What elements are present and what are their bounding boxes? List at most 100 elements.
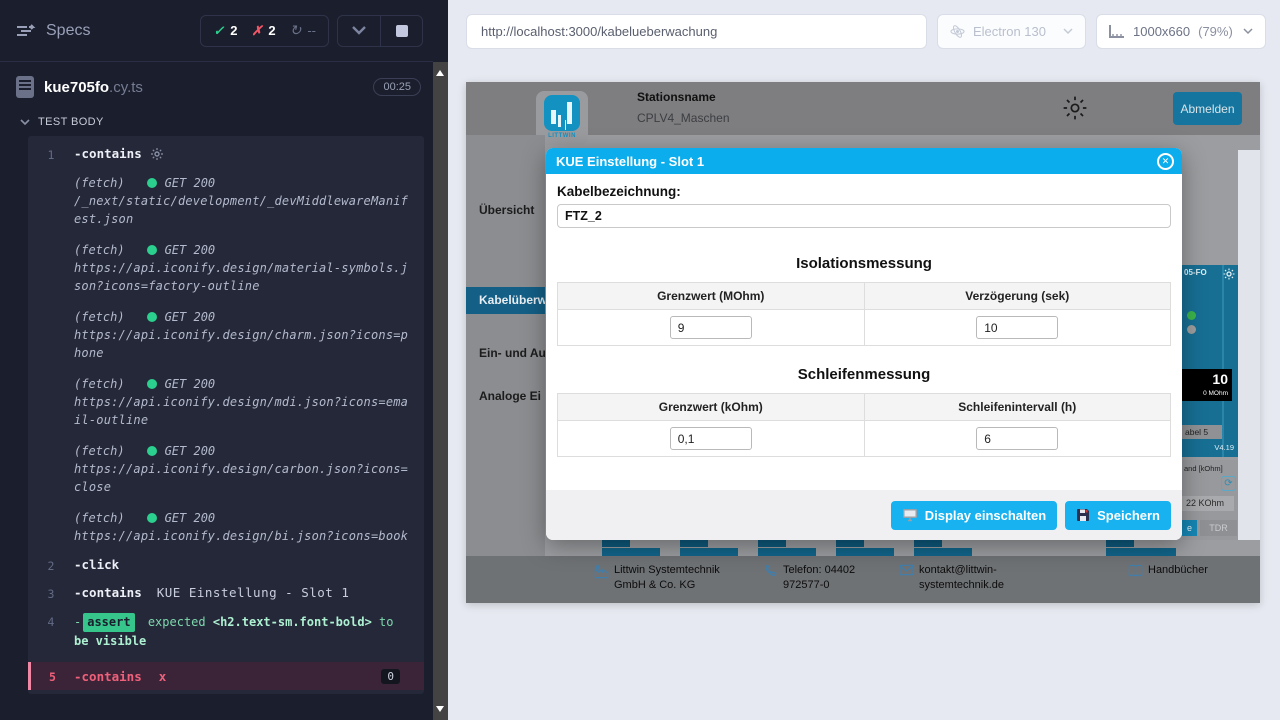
page: Specs ✓ 2 ✗ 2 ↻ -- bbox=[0, 0, 1280, 720]
command-row[interactable]: 1 -contains (fetch)GET 200 /_next/static… bbox=[28, 146, 424, 545]
fetch-log[interactable]: (fetch)GET 200 https://api.iconify.desig… bbox=[74, 509, 410, 545]
test-body-label: TEST BODY bbox=[38, 116, 104, 128]
fetch-log[interactable]: (fetch)GET 200 https://api.iconify.desig… bbox=[74, 375, 410, 429]
save-button[interactable]: Speichern bbox=[1065, 501, 1171, 530]
specs-menu[interactable]: Specs bbox=[16, 22, 90, 40]
app-footer: Littwin Systemtechnik GmbH & Co. KG Tele… bbox=[466, 556, 1260, 603]
fetch-url: https://api.iconify.design/carbon.json?i… bbox=[74, 460, 410, 496]
status-led-green bbox=[1187, 311, 1196, 320]
settings-gear-icon[interactable] bbox=[1062, 95, 1088, 121]
nav-item-analoge-eingaenge[interactable]: Analoge Ei bbox=[466, 383, 545, 410]
display-unit: 0 MOhm bbox=[1186, 390, 1228, 397]
assert-selector: <h2.text-sm.font-bold> bbox=[213, 615, 372, 629]
url-input[interactable] bbox=[466, 14, 927, 49]
spec-row[interactable]: kue705fo.cy.ts 00:25 bbox=[0, 62, 433, 108]
command-row-failed[interactable]: 5 -contains x 0 bbox=[28, 662, 424, 690]
fetch-url: https://api.iconify.design/material-symb… bbox=[74, 259, 410, 295]
command-row[interactable]: 4 -assert expected <h2.text-sm.font-bold… bbox=[28, 613, 424, 650]
scroll-down-arrow-icon[interactable] bbox=[436, 706, 444, 712]
fetch-status: GET 200 bbox=[165, 174, 216, 192]
card-stub bbox=[602, 540, 660, 556]
assert-mid: to bbox=[379, 615, 393, 629]
loop-interval-input[interactable] bbox=[976, 427, 1058, 450]
step-number: 4 bbox=[28, 613, 74, 629]
stop-button[interactable] bbox=[380, 16, 422, 46]
pending-count: -- bbox=[307, 23, 316, 38]
fetch-tag: (fetch) bbox=[74, 375, 125, 393]
logout-button[interactable]: Abmelden bbox=[1173, 92, 1242, 125]
display-on-label: Display einschalten bbox=[925, 508, 1046, 523]
browser-select[interactable]: Electron 130 bbox=[937, 14, 1086, 49]
collapse-button[interactable] bbox=[338, 16, 380, 46]
status-dot bbox=[147, 513, 157, 523]
fetch-log[interactable]: (fetch)GET 200 https://api.iconify.desig… bbox=[74, 308, 410, 362]
failed-count: 2 bbox=[268, 23, 275, 38]
status-dot bbox=[147, 379, 157, 389]
spec-file-icon bbox=[16, 76, 34, 98]
spec-name-ext: .cy.ts bbox=[109, 79, 143, 96]
runner-header: Specs ✓ 2 ✗ 2 ↻ -- bbox=[0, 0, 433, 62]
tdr-button[interactable]: TDR bbox=[1200, 520, 1237, 536]
specs-list-icon bbox=[16, 24, 36, 38]
isolation-limit-input[interactable] bbox=[670, 316, 752, 339]
fetch-log[interactable]: (fetch)GET 200 https://api.iconify.desig… bbox=[74, 241, 410, 295]
command-name: -contains bbox=[74, 585, 142, 600]
resistance-label-fragment: and [kOhm] bbox=[1182, 460, 1238, 473]
loop-limit-input[interactable] bbox=[670, 427, 752, 450]
footer-manuals[interactable]: Handbücher bbox=[1128, 563, 1248, 578]
fetch-log[interactable]: (fetch)GET 200 https://api.iconify.desig… bbox=[74, 442, 410, 496]
refresh-icon[interactable]: ⟳ bbox=[1221, 476, 1236, 491]
littwin-logo-icon bbox=[544, 95, 580, 131]
card-stub bbox=[680, 540, 738, 556]
card-stub bbox=[836, 540, 894, 556]
chevron-down-icon bbox=[1243, 28, 1253, 35]
display-on-button[interactable]: Display einschalten bbox=[891, 501, 1057, 530]
status-dot bbox=[147, 446, 157, 456]
monitor-icon bbox=[902, 508, 918, 522]
email-text: kontakt@littwin-systemtechnik.de bbox=[919, 563, 1024, 593]
stage: Electron 130 1000x660 (79%) bbox=[448, 0, 1280, 720]
nav-item-kabelueberwachung[interactable]: Kabelüberw bbox=[466, 287, 545, 314]
isolation-delay-input[interactable] bbox=[976, 316, 1058, 339]
command-row[interactable]: 2 -click bbox=[28, 557, 424, 573]
assert-tail: be visible bbox=[74, 634, 146, 648]
viewport-zoom: (79%) bbox=[1198, 24, 1233, 39]
scrollbar-cap bbox=[433, 0, 448, 62]
isolation-section-title: Isolationsmessung bbox=[557, 255, 1171, 272]
fetch-log[interactable]: (fetch)GET 200 /_next/static/development… bbox=[74, 174, 410, 228]
scroll-up-arrow-icon[interactable] bbox=[436, 70, 444, 76]
modal-header: KUE Einstellung - Slot 1 ✕ bbox=[546, 148, 1182, 174]
viewport-select[interactable]: 1000x660 (79%) bbox=[1096, 14, 1266, 49]
loop-section-title: Schleifenmessung bbox=[557, 366, 1171, 383]
resistance-panel: and [kOhm] ⟳ 22 KOhm e TDR bbox=[1182, 460, 1238, 540]
card-stub bbox=[758, 540, 816, 556]
assert-message: -assert expected <h2.text-sm.font-bold> … bbox=[74, 613, 410, 650]
nav-item-ein-ausgaenge[interactable]: Ein- und Au bbox=[466, 340, 545, 367]
chevron-down-icon bbox=[352, 26, 366, 35]
command-arg: KUE Einstellung - Slot 1 bbox=[157, 585, 350, 600]
phone-icon bbox=[764, 564, 778, 578]
runner-controls bbox=[337, 15, 423, 47]
command-name: -click bbox=[74, 557, 119, 572]
test-stats[interactable]: ✓ 2 ✗ 2 ↻ -- bbox=[200, 15, 329, 47]
cable-name-input[interactable] bbox=[557, 204, 1171, 228]
status-dot bbox=[147, 245, 157, 255]
card-button-fragment[interactable]: e bbox=[1182, 520, 1197, 536]
sidebar-scrollbar[interactable] bbox=[433, 0, 448, 720]
stat-passed: ✓ 2 bbox=[213, 23, 237, 39]
device-title-fragment: 05-FO bbox=[1184, 268, 1207, 277]
card-gear-icon[interactable] bbox=[1223, 268, 1235, 280]
email-icon bbox=[899, 564, 914, 576]
modal-body: Kabelbezeichnung: Isolationsmessung Gren… bbox=[546, 174, 1182, 457]
isolation-limit-header: Grenzwert (MOhm) bbox=[558, 283, 865, 310]
test-body-toggle[interactable]: TEST BODY bbox=[0, 108, 433, 134]
close-icon[interactable]: ✕ bbox=[1157, 153, 1174, 170]
isolation-delay-header: Verzögerung (sek) bbox=[864, 283, 1171, 310]
isolation-table: Grenzwert (MOhm) Verzögerung (sek) bbox=[557, 282, 1171, 346]
factory-icon bbox=[594, 564, 609, 579]
command-row[interactable]: 3 -contains KUE Einstellung - Slot 1 bbox=[28, 585, 424, 601]
footer-phone: Telefon: 04402 972577-0 bbox=[764, 563, 889, 593]
footer-company: Littwin Systemtechnik GmbH & Co. KG bbox=[594, 563, 729, 593]
nav-item-uebersicht[interactable]: Übersicht bbox=[466, 197, 545, 224]
command-name: -contains bbox=[74, 146, 142, 161]
